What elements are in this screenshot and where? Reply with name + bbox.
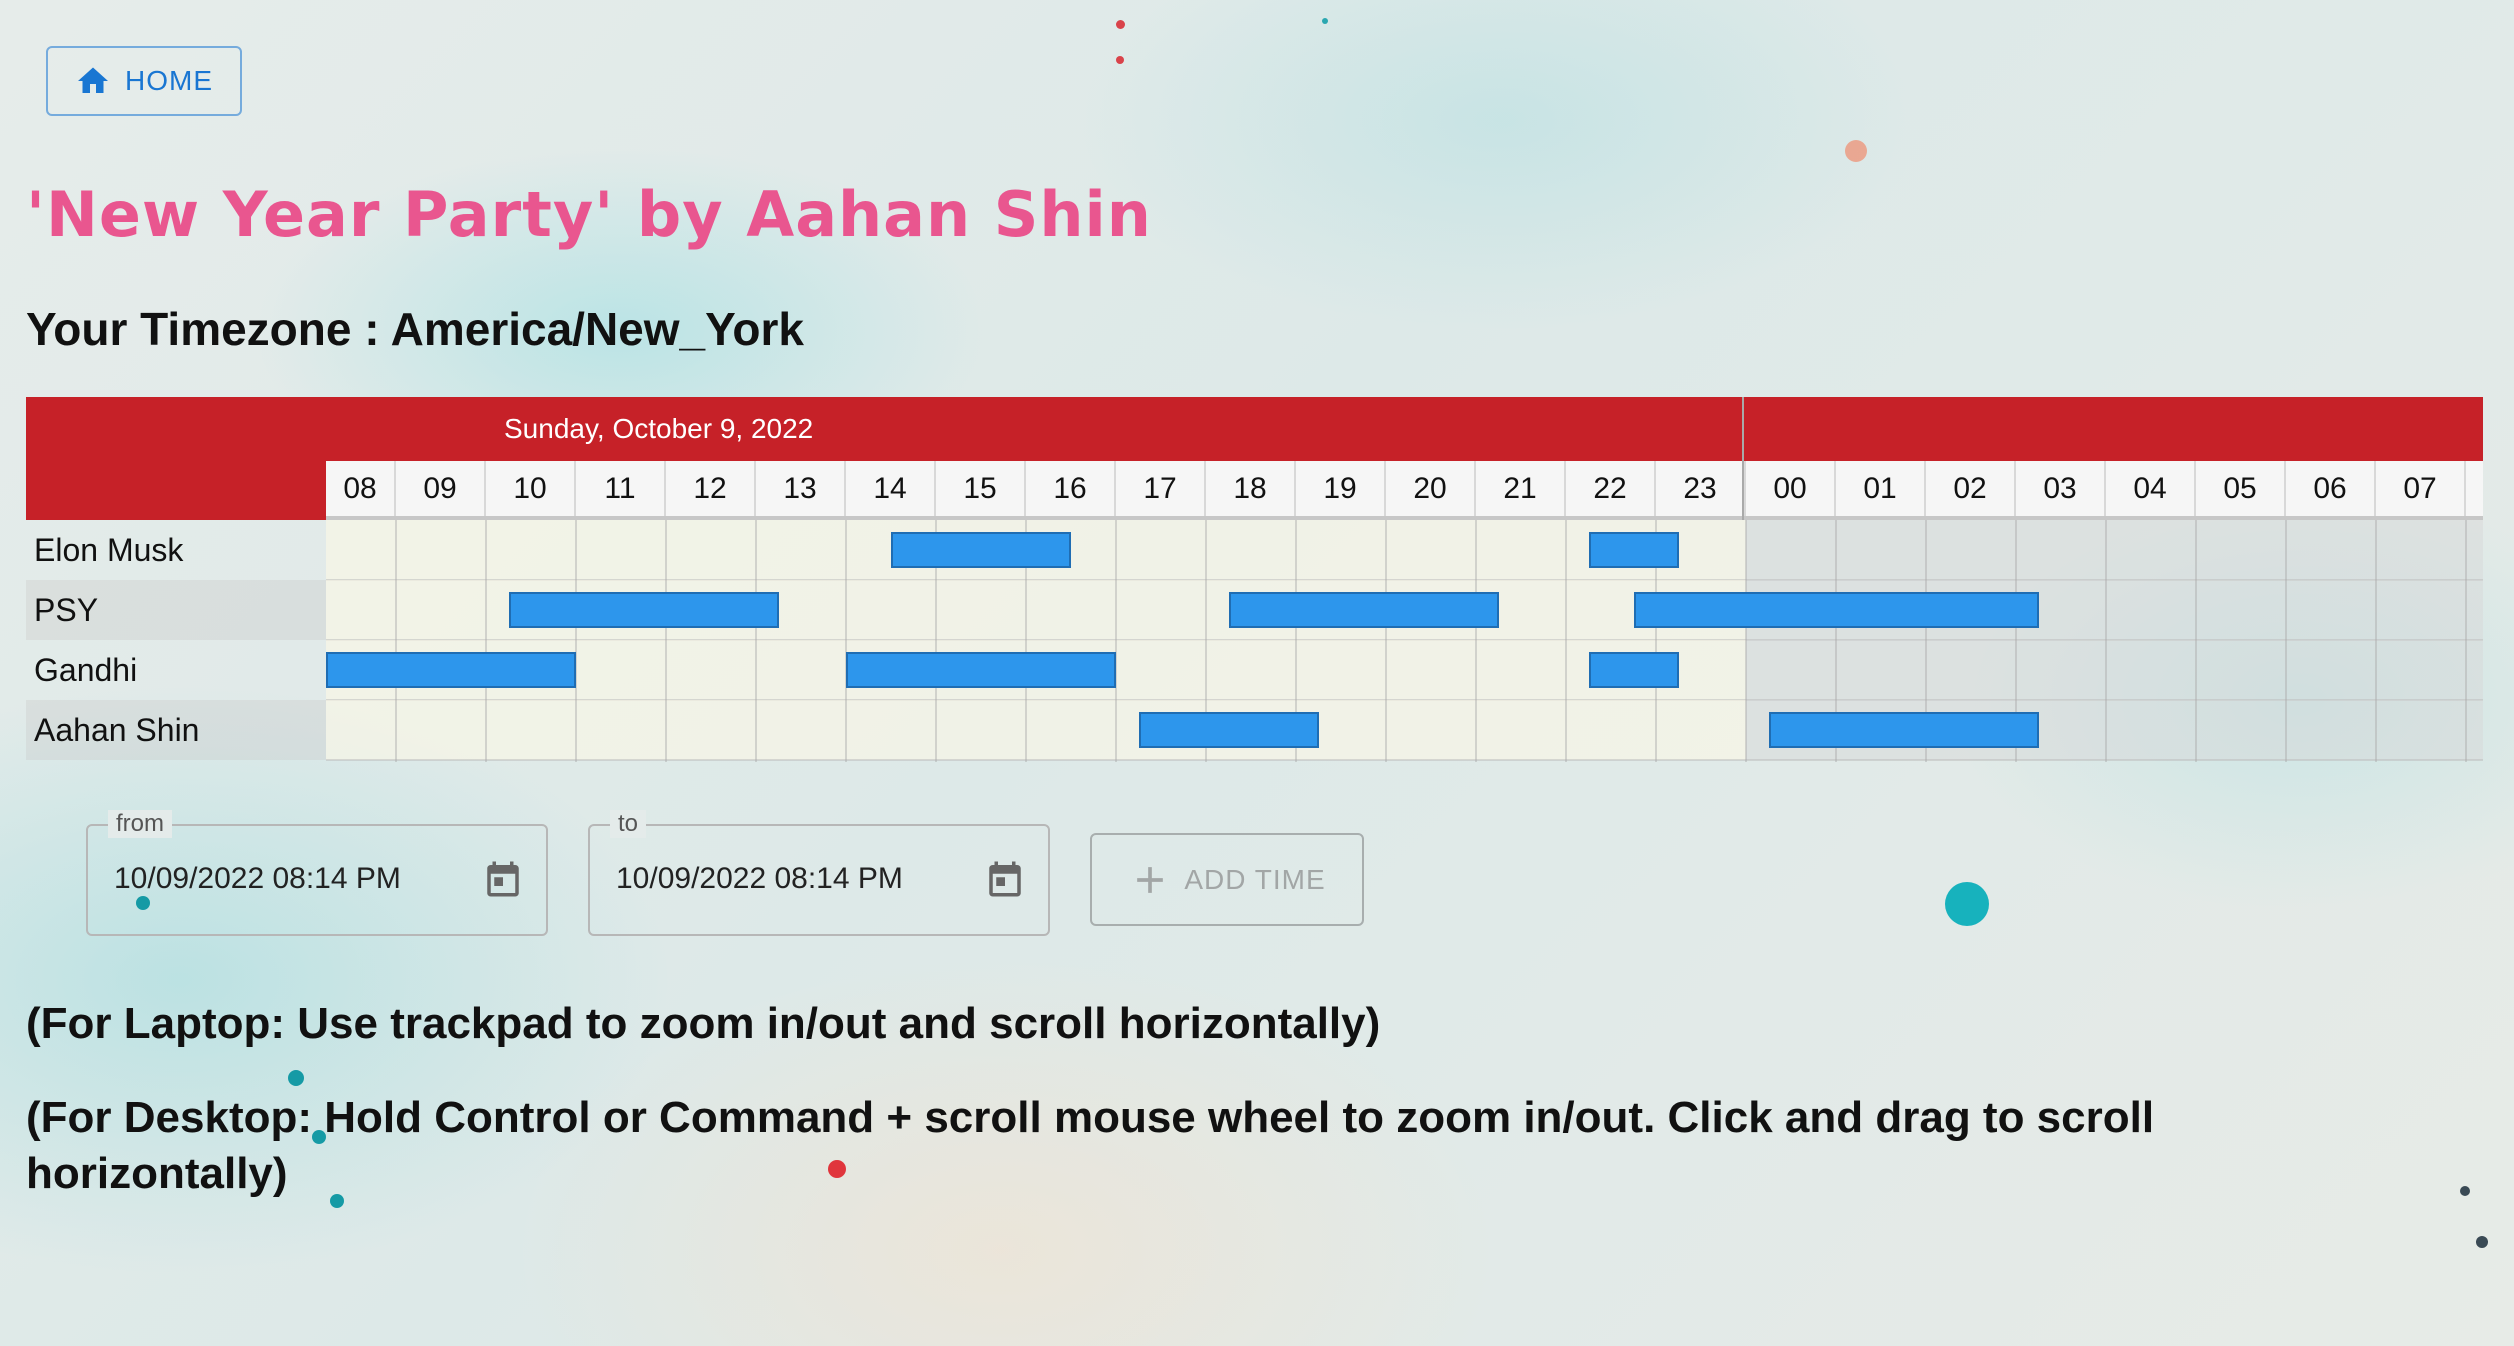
background-speck xyxy=(1116,20,1125,29)
from-field-value[interactable]: 10/09/2022 08:14 PM xyxy=(114,862,401,896)
hour-gridline xyxy=(665,520,667,762)
hour-gridline xyxy=(485,520,487,762)
background-speck xyxy=(1845,140,1867,162)
hour-label: 03 xyxy=(2016,461,2106,516)
availability-slot[interactable] xyxy=(326,652,576,688)
hour-label: 15 xyxy=(936,461,1026,516)
background-speck xyxy=(2476,1236,2488,1248)
timeline-corner xyxy=(26,397,326,520)
availability-slot[interactable] xyxy=(508,592,779,628)
hour-gridline xyxy=(1565,520,1567,762)
from-datetime-field[interactable]: from 10/09/2022 08:14 PM xyxy=(86,810,548,936)
calendar-icon[interactable] xyxy=(984,858,1026,900)
background-speck xyxy=(2460,1186,2470,1196)
hour-label: 19 xyxy=(1296,461,1386,516)
participant-name: PSY xyxy=(26,580,326,640)
hour-header-row: 08 09 10 11 12 13 14 15 16 17 18 19 20 21 22 23 00 01 02 03… xyxy=(326,461,2483,520)
hour-gridline xyxy=(395,520,397,762)
availability-slot[interactable] xyxy=(1228,592,1499,628)
hour-label: 20 xyxy=(1386,461,1476,516)
availability-slot[interactable] xyxy=(1138,712,1319,748)
hour-label: 07 xyxy=(2376,461,2466,516)
hour-gridline xyxy=(2465,520,2467,762)
availability-timeline[interactable]: Sunday, October 9, 2022 08 09 10 11 12 13 14 15… xyxy=(26,397,2483,762)
background-speck xyxy=(1945,882,1989,926)
availability-slot[interactable] xyxy=(1588,532,1679,568)
home-button[interactable]: HOME xyxy=(46,46,242,116)
background-speck xyxy=(288,1070,304,1086)
calendar-icon[interactable] xyxy=(482,858,524,900)
hour-label: 21 xyxy=(1476,461,1566,516)
home-button-label: HOME xyxy=(125,65,213,96)
participant-name: Elon Musk xyxy=(34,531,184,568)
availability-slot[interactable] xyxy=(1588,652,1679,688)
to-datetime-field[interactable]: to 10/09/2022 08:14 PM xyxy=(588,810,1050,936)
date-header-day2 xyxy=(1744,397,2483,461)
home-icon xyxy=(78,67,108,93)
hour-gridline xyxy=(1115,520,1117,762)
hour-label: 12 xyxy=(666,461,756,516)
availability-slot[interactable] xyxy=(846,652,1116,688)
from-field-legend: from xyxy=(108,810,172,838)
hour-gridline xyxy=(755,520,757,762)
hour-label: 00 xyxy=(1746,461,1836,516)
hour-label: 16 xyxy=(1026,461,1116,516)
hour-gridline xyxy=(2375,520,2377,762)
hour-label: 23 xyxy=(1656,461,1746,516)
hour-label: 01 xyxy=(1836,461,1926,516)
participant-name: Aahan Shin xyxy=(26,700,326,760)
desktop-hint: (For Desktop: Hold Control or Command + … xyxy=(26,1093,2155,1198)
row-divider xyxy=(326,759,2483,761)
timeline-row-day2 xyxy=(1746,520,2483,580)
background-speck xyxy=(1322,18,1328,24)
timeline-row-day2 xyxy=(1746,640,2483,700)
hour-gridline xyxy=(575,520,577,762)
to-field-value[interactable]: 10/09/2022 08:14 PM xyxy=(616,862,903,896)
hour-label: 04 xyxy=(2106,461,2196,516)
hour-label: 18 xyxy=(1206,461,1296,516)
hour-label: 10 xyxy=(486,461,576,516)
hour-gridline xyxy=(1475,520,1477,762)
hour-label: 08 xyxy=(326,461,396,516)
timezone-label: Your Timezone : America/New_York xyxy=(26,303,804,355)
availability-slot[interactable] xyxy=(891,532,1071,568)
hour-label: 13 xyxy=(756,461,846,516)
timeline-row-day1 xyxy=(326,700,1746,760)
laptop-hint: (For Laptop: Use trackpad to zoom in/out… xyxy=(26,999,1381,1048)
event-title: 'New Year Party' by Aahan Shin xyxy=(26,178,1152,251)
hour-gridline xyxy=(1385,520,1387,762)
to-field-legend: to xyxy=(610,810,647,838)
hour-gridline xyxy=(1745,520,1747,762)
participant-name: Gandhi xyxy=(34,651,138,688)
add-time-label: ADD TIME xyxy=(1184,863,1326,895)
add-time-button[interactable]: ADD TIME xyxy=(1090,833,1364,926)
hour-label: 11 xyxy=(576,461,666,516)
hour-label: 05 xyxy=(2196,461,2286,516)
hour-label: 22 xyxy=(1566,461,1656,516)
hour-gridline xyxy=(2195,520,2197,762)
hour-label: 02 xyxy=(1926,461,2016,516)
hour-gridline xyxy=(2285,520,2287,762)
date-label: Sunday, October 9, 2022 xyxy=(504,413,814,444)
background-speck xyxy=(1116,56,1124,64)
hour-label: 14 xyxy=(846,461,936,516)
hour-label: 06 xyxy=(2286,461,2376,516)
hour-gridline xyxy=(845,520,847,762)
hour-label: 09 xyxy=(396,461,486,516)
availability-slot[interactable] xyxy=(1633,592,2039,628)
hour-gridline xyxy=(2105,520,2107,762)
hour-label: 17 xyxy=(1116,461,1206,516)
plus-icon xyxy=(1137,866,1164,893)
date-divider xyxy=(1742,397,1744,520)
availability-slot[interactable] xyxy=(1768,712,2039,748)
